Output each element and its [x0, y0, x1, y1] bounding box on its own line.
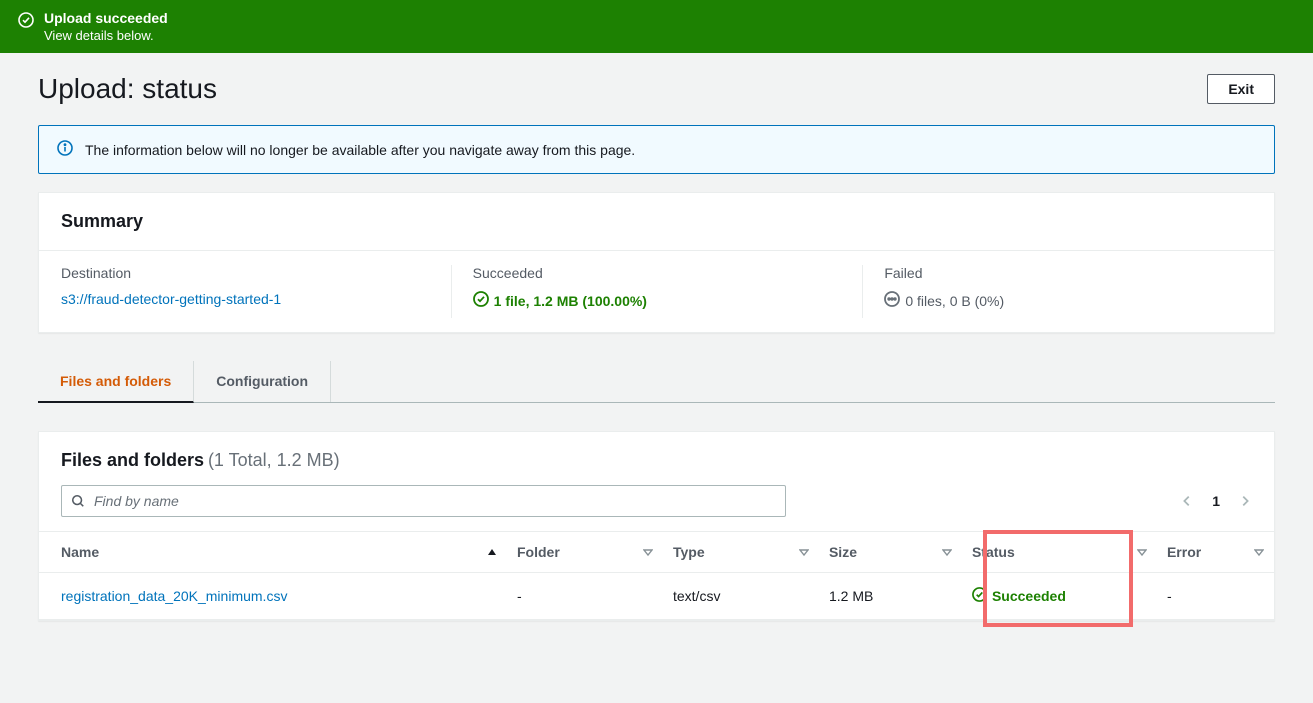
column-header-status[interactable]: Status	[962, 532, 1157, 573]
info-text: The information below will no longer be …	[85, 142, 635, 158]
check-circle-icon	[18, 12, 34, 31]
files-table: Name Folder Type	[39, 531, 1274, 620]
info-icon	[57, 140, 73, 159]
column-header-type[interactable]: Type	[663, 532, 819, 573]
exit-button[interactable]: Exit	[1207, 74, 1275, 104]
search-icon	[71, 494, 85, 508]
page-number: 1	[1212, 493, 1220, 509]
destination-link[interactable]: s3://fraud-detector-getting-started-1	[61, 291, 281, 307]
pagination: 1	[1180, 493, 1252, 509]
tab-configuration[interactable]: Configuration	[194, 361, 331, 402]
cell-type: text/csv	[663, 573, 819, 620]
success-banner: Upload succeeded View details below.	[0, 0, 1313, 53]
sort-icon	[643, 544, 653, 560]
check-circle-icon	[473, 291, 489, 310]
info-alert: The information below will no longer be …	[38, 125, 1275, 174]
minus-circle-icon	[884, 291, 900, 310]
failed-label: Failed	[884, 265, 1252, 281]
cell-error: -	[1157, 573, 1274, 620]
sort-icon	[799, 544, 809, 560]
sort-asc-icon	[487, 544, 497, 560]
files-card-title: Files and folders	[61, 450, 204, 470]
file-name-link[interactable]: registration_data_20K_minimum.csv	[61, 588, 287, 604]
tab-files-folders[interactable]: Files and folders	[38, 361, 194, 403]
table-row: registration_data_20K_minimum.csv - text…	[39, 573, 1274, 620]
sort-icon	[942, 544, 952, 560]
column-header-name[interactable]: Name	[39, 532, 507, 573]
check-circle-icon	[972, 587, 987, 605]
next-page-button[interactable]	[1238, 494, 1252, 508]
prev-page-button[interactable]	[1180, 494, 1194, 508]
failed-value: 0 files, 0 B (0%)	[905, 293, 1004, 309]
banner-subtitle: View details below.	[44, 28, 168, 43]
cell-size: 1.2 MB	[819, 573, 962, 620]
cell-folder: -	[507, 573, 663, 620]
succeeded-value: 1 file, 1.2 MB (100.00%)	[494, 293, 647, 309]
tabs: Files and folders Configuration	[38, 361, 1275, 403]
summary-panel: Summary Destination s3://fraud-detector-…	[38, 192, 1275, 333]
banner-title: Upload succeeded	[44, 10, 168, 26]
page-title: Upload: status	[38, 73, 217, 105]
column-header-error[interactable]: Error	[1157, 532, 1274, 573]
column-header-size[interactable]: Size	[819, 532, 962, 573]
files-card-subtitle: (1 Total, 1.2 MB)	[208, 450, 340, 470]
succeeded-label: Succeeded	[473, 265, 841, 281]
status-badge: Succeeded	[972, 587, 1147, 605]
sort-icon	[1137, 544, 1147, 560]
search-input[interactable]	[61, 485, 786, 517]
files-panel: Files and folders (1 Total, 1.2 MB) 1	[38, 431, 1275, 621]
sort-icon	[1254, 544, 1264, 560]
summary-title: Summary	[61, 211, 1252, 232]
destination-label: Destination	[61, 265, 429, 281]
column-header-folder[interactable]: Folder	[507, 532, 663, 573]
